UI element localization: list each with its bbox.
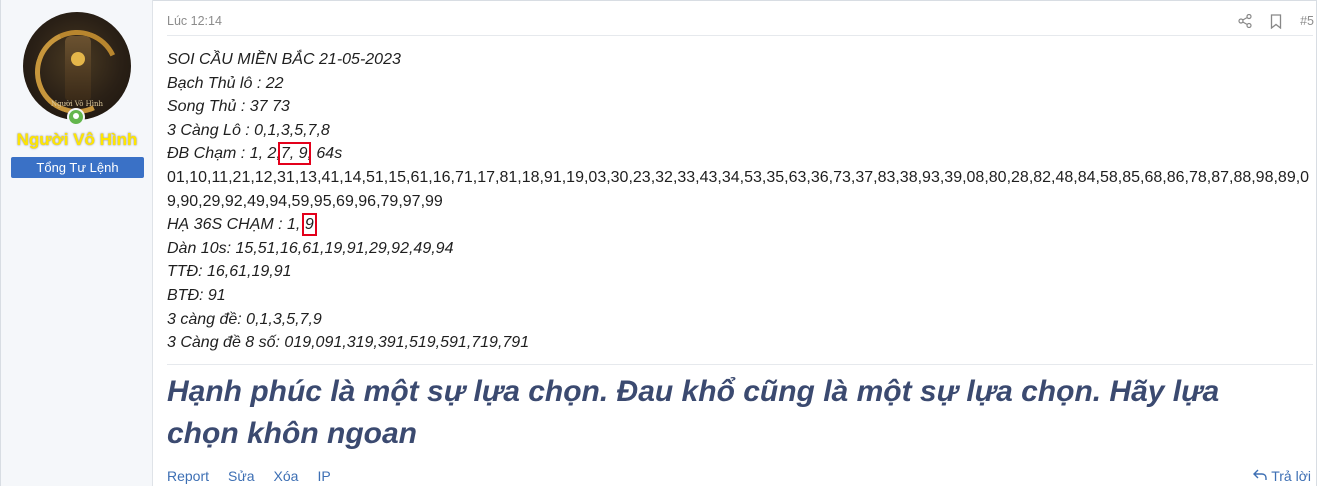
db-cham-suffix: , 64s — [307, 145, 343, 163]
post-main: Lúc 12:14 #5 SOI CẦU MIỀN BẮC 21-05-2023… — [167, 0, 1319, 486]
post-line-bach-thu: Bạch Thủ lô : 22 — [167, 74, 284, 92]
ha-36s-prefix: HẠ 36S CHẠM : 1, — [167, 216, 301, 234]
share-icon[interactable] — [1238, 14, 1252, 28]
online-status-icon — [67, 108, 85, 126]
post-actions-top: #5 — [1238, 12, 1314, 30]
ip-link[interactable]: IP — [317, 468, 330, 484]
user-sidebar: Người Vô Hình Người Vô Hình Tổng Tư Lệnh — [1, 0, 153, 486]
reply-icon — [1253, 468, 1267, 484]
post-number[interactable]: #5 — [1300, 14, 1314, 28]
db-cham-highlight: 7, 9 — [277, 142, 311, 166]
avatar-figure-graphic — [65, 36, 91, 100]
ha-36s-highlight: 9 — [301, 213, 317, 237]
post-line-song-thu: Song Thủ : 37 73 — [167, 98, 290, 116]
reply-button[interactable]: Trả lời — [1253, 468, 1311, 484]
db-cham-prefix: ĐB Chạm : 1, 2, — [167, 145, 281, 163]
post-line-title: SOI CẦU MIỀN BẮC 21-05-2023 — [167, 51, 401, 68]
signature-divider — [167, 364, 1313, 365]
edit-link[interactable]: Sửa — [228, 468, 255, 484]
post-line-3-cang-de: 3 càng đề: 0,1,3,5,7,9 — [167, 310, 322, 328]
post-line-dan-10s: Dàn 10s: 15,51,16,61,19,91,29,92,49,94 — [167, 239, 454, 257]
post-line-ttd: TTĐ: 16,61,19,91 — [167, 263, 292, 281]
post-line-3-cang-lo: 3 Càng Lô : 0,1,3,5,7,8 — [167, 121, 330, 139]
username[interactable]: Người Vô Hình — [1, 130, 153, 150]
post-timestamp[interactable]: Lúc 12:14 — [167, 14, 222, 28]
report-link[interactable]: Report — [167, 468, 209, 484]
user-signature: Hạnh phúc là một sự lựa chọn. Đau khổ cũ… — [167, 375, 1220, 450]
post-line-btd: BTĐ: 91 — [167, 286, 226, 304]
post-line-number-list: 01,10,11,21,12,31,13,41,14,51,15,61,16,7… — [167, 168, 1310, 210]
reply-label: Trả lời — [1271, 468, 1311, 484]
post-line-db-cham: ĐB Chạm : 1, 2,7, 9, 64s — [167, 142, 1312, 166]
post-line-3-cang-de-8-so: 3 Càng đề 8 số: 019,091,319,391,519,591,… — [167, 334, 530, 352]
post-body: SOI CẦU MIỀN BẮC 21-05-2023 Bạch Thủ lô … — [167, 48, 1312, 355]
header-divider — [167, 35, 1313, 36]
avatar-caption: Người Vô Hình — [50, 100, 103, 108]
bookmark-icon[interactable] — [1270, 13, 1282, 29]
delete-link[interactable]: Xóa — [274, 468, 299, 484]
post-footer-actions: Report Sửa Xóa IP — [167, 468, 331, 484]
avatar[interactable]: Người Vô Hình — [23, 12, 131, 120]
user-title-badge: Tổng Tư Lệnh — [11, 157, 144, 178]
post-line-ha-36s: HẠ 36S CHẠM : 1, 9 — [167, 213, 1312, 237]
